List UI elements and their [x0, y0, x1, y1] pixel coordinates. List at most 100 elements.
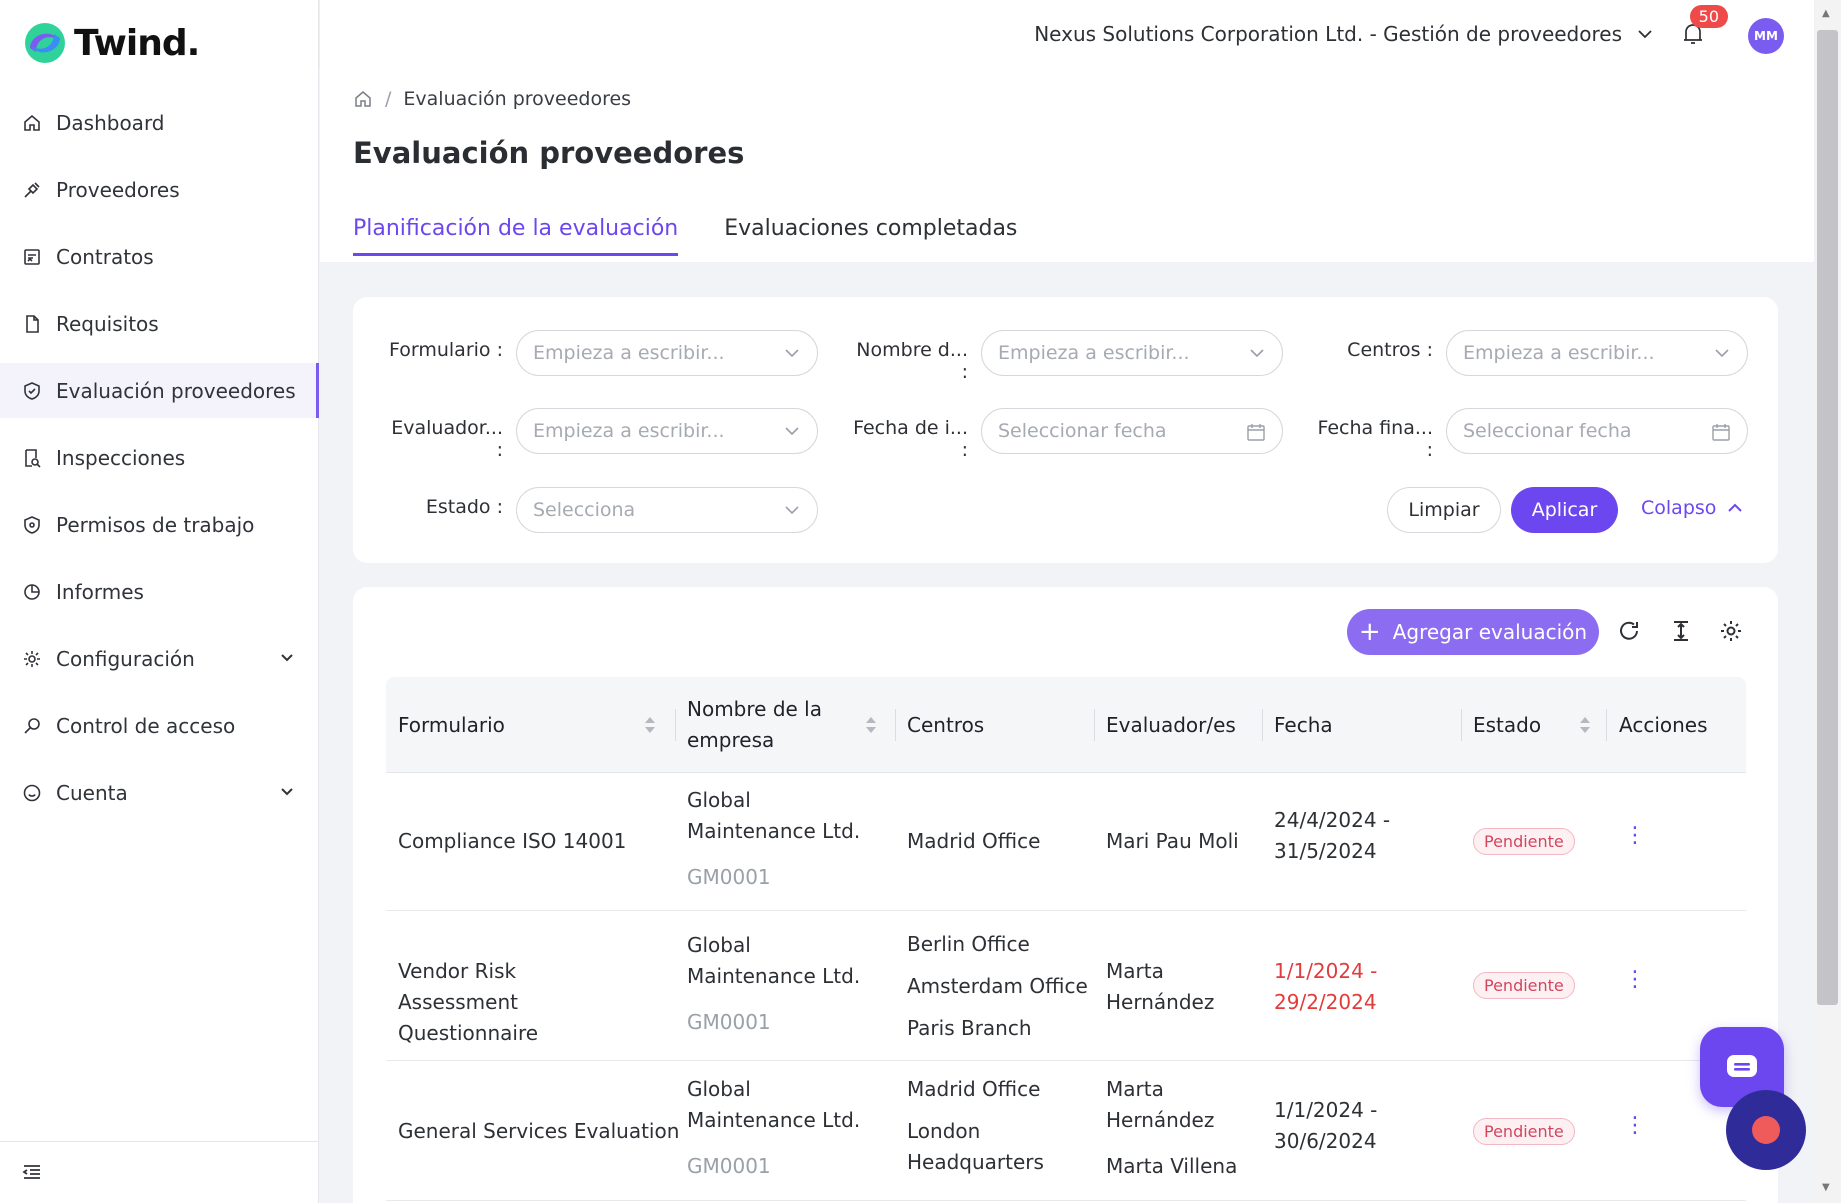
chevron-up-icon	[1728, 503, 1743, 512]
sort-icon[interactable]	[865, 715, 877, 735]
cell-empresa: Global Maintenance Ltd.	[687, 933, 861, 988]
estado-placeholder: Selecciona	[533, 499, 636, 521]
scrollbar-thumb[interactable]	[1817, 30, 1838, 1005]
sidebar-item-permisos-de-trabajo[interactable]: Permisos de trabajo	[0, 497, 319, 552]
sidebar-item-proveedores[interactable]: Proveedores	[0, 162, 319, 217]
fecha-fin-placeholder: Seleccionar fecha	[1463, 420, 1632, 442]
sidebar-item-label: Cuenta	[56, 780, 128, 805]
more-actions-icon[interactable]: ⋮	[1624, 967, 1646, 992]
filter-label-fecha-fin: Fecha fina... :	[1317, 417, 1433, 461]
twind-logo-icon	[25, 23, 65, 63]
status-badge: Pendiente	[1473, 1118, 1575, 1145]
page-header: / Evaluación proveedores Evaluación prov…	[320, 68, 1814, 262]
organization-name: Nexus Solutions Corporation Ltd. - Gesti…	[1034, 22, 1622, 46]
smile-icon	[22, 783, 42, 803]
formulario-placeholder: Empieza a escribir...	[533, 342, 725, 364]
cell-fecha: 1/1/2024 - 30/6/2024	[1274, 1098, 1378, 1153]
sidebar-item-label: Dashboard	[56, 110, 165, 135]
column-height-icon[interactable]	[1669, 619, 1693, 643]
sidebar-item-inspecciones[interactable]: Inspecciones	[0, 430, 319, 485]
clear-filters-button[interactable]: Limpiar	[1387, 487, 1501, 533]
chevron-down-icon	[1250, 349, 1264, 358]
chevron-down-icon	[1638, 30, 1652, 39]
document-icon	[22, 314, 42, 334]
chat-bubble-icon	[1727, 1055, 1757, 1077]
tab-evaluaciones-completadas[interactable]: Evaluaciones completadas	[724, 216, 1017, 256]
column-header-formulario[interactable]: Formulario	[398, 677, 505, 773]
sidebar-item-cuenta[interactable]: Cuenta	[0, 765, 319, 820]
evaluations-table-card: + Agregar evaluación Formulario Nombre d…	[353, 587, 1778, 1203]
cell-codigo: GM0001	[687, 1010, 771, 1034]
cell-empresa: Global Maintenance Ltd.	[687, 788, 861, 843]
cell-evaluador: Marta Hernández	[1106, 959, 1215, 1014]
chevron-down-icon[interactable]	[279, 649, 295, 665]
cell-centro: Madrid Office	[907, 1077, 1041, 1101]
column-header-estado[interactable]: Estado	[1473, 677, 1541, 773]
apply-filters-button[interactable]: Aplicar	[1511, 487, 1618, 533]
evaluador-select[interactable]: Empieza a escribir...	[516, 408, 818, 454]
sidebar-item-evaluacion-proveedores[interactable]: Evaluación proveedores	[0, 363, 319, 418]
filter-label-nombre: Nombre d... :	[856, 339, 968, 383]
sidebar-nav: Dashboard Proveedores Contratos Requisit…	[0, 95, 319, 832]
more-actions-icon[interactable]: ⋮	[1624, 1113, 1646, 1138]
sort-icon[interactable]	[1579, 715, 1591, 735]
cell-fecha-overdue: 1/1/2024 - 29/2/2024	[1274, 959, 1378, 1014]
estado-select[interactable]: Selecciona	[516, 487, 818, 533]
scroll-up-arrow-icon[interactable]: ▲	[1822, 8, 1830, 19]
gear-icon	[22, 649, 42, 669]
sidebar-item-informes[interactable]: Informes	[0, 564, 319, 619]
sidebar-item-label: Inspecciones	[56, 445, 186, 470]
more-actions-icon[interactable]: ⋮	[1624, 823, 1646, 848]
scroll-down-arrow-icon[interactable]: ▼	[1822, 1182, 1830, 1193]
fecha-inicio-picker[interactable]: Seleccionar fecha	[981, 408, 1283, 454]
table-row[interactable]: Vendor Risk Assessment Questionnaire Glo…	[386, 911, 1746, 1061]
chevron-down-icon[interactable]	[279, 783, 295, 799]
filter-panel: Formulario : Empieza a escribir... Nombr…	[353, 297, 1778, 563]
sidebar-item-label: Contratos	[56, 244, 154, 269]
calendar-icon	[1712, 424, 1730, 441]
column-header-fecha: Fecha	[1274, 712, 1333, 737]
record-dot-icon	[1752, 1116, 1780, 1144]
sidebar-item-contratos[interactable]: Contratos	[0, 229, 319, 284]
logo[interactable]: Twind.	[22, 20, 200, 66]
collapse-filters-button[interactable]: Colapso	[1641, 497, 1744, 519]
sidebar-footer	[0, 1141, 319, 1203]
table-row[interactable]: Compliance ISO 14001 Global Maintenance …	[386, 773, 1746, 911]
breadcrumb-current: Evaluación proveedores	[403, 88, 632, 110]
sidebar-item-dashboard[interactable]: Dashboard	[0, 95, 319, 150]
handshake-icon	[22, 180, 42, 200]
cell-formulario: Compliance ISO 14001	[398, 829, 627, 853]
key-icon	[22, 716, 42, 736]
filter-label-centros: Centros :	[1347, 339, 1433, 361]
sidebar-item-control-de-acceso[interactable]: Control de acceso	[0, 698, 319, 753]
page-scrollbar[interactable]: ▲ ▼	[1814, 0, 1841, 1203]
column-divider	[1262, 709, 1263, 741]
organization-selector[interactable]: Nexus Solutions Corporation Ltd. - Gesti…	[1034, 22, 1654, 46]
sidebar-item-requisitos[interactable]: Requisitos	[0, 296, 319, 351]
gear-icon[interactable]	[1719, 619, 1743, 643]
cell-codigo: GM0001	[687, 1154, 771, 1178]
tab-planificacion[interactable]: Planificación de la evaluación	[353, 216, 679, 256]
table-header: Formulario Nombre de la empresa Centros …	[386, 677, 1746, 773]
fecha-fin-picker[interactable]: Seleccionar fecha	[1446, 408, 1748, 454]
sidebar: Twind. Dashboard Proveedores Contratos R…	[0, 0, 319, 1203]
cell-evaluador: Marta Hernández	[1106, 1077, 1215, 1132]
filter-label-estado: Estado :	[425, 496, 503, 518]
record-button[interactable]	[1726, 1090, 1806, 1170]
calendar-icon	[1247, 424, 1265, 441]
nombre-empresa-select[interactable]: Empieza a escribir...	[981, 330, 1283, 376]
formulario-select[interactable]: Empieza a escribir...	[516, 330, 818, 376]
refresh-icon[interactable]	[1617, 619, 1641, 643]
cell-centro: Amsterdam Office	[907, 974, 1088, 998]
home-icon[interactable]	[353, 89, 373, 109]
sidebar-item-label: Proveedores	[56, 177, 180, 202]
avatar[interactable]: MM	[1748, 18, 1784, 54]
collapse-sidebar-icon[interactable]	[22, 1162, 42, 1182]
column-header-empresa[interactable]: Nombre de la empresa	[687, 677, 837, 773]
sort-icon[interactable]	[644, 715, 656, 735]
add-evaluation-button[interactable]: + Agregar evaluación	[1347, 609, 1599, 655]
contract-icon	[22, 247, 42, 267]
centros-select[interactable]: Empieza a escribir...	[1446, 330, 1748, 376]
table-row[interactable]: General Services Evaluation Global Maint…	[386, 1061, 1746, 1201]
sidebar-item-configuracion[interactable]: Configuración	[0, 631, 319, 686]
